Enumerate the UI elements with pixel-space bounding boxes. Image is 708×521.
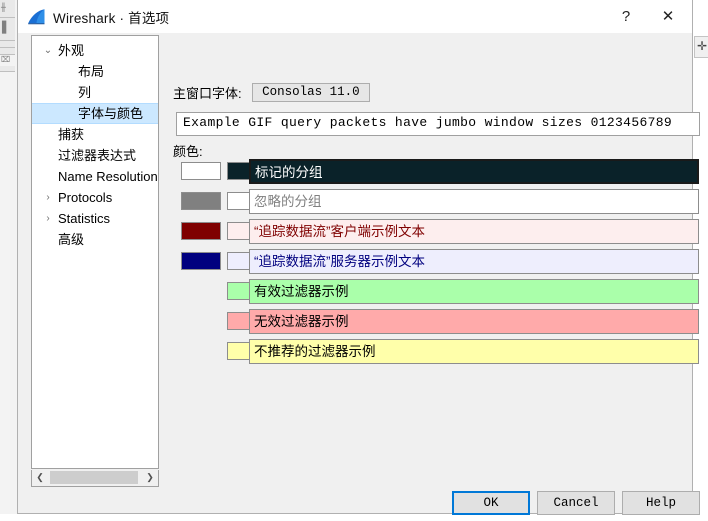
help-button[interactable]: Help (622, 491, 700, 515)
title-close-button[interactable]: ✕ (648, 0, 688, 33)
sidebar-item-8[interactable]: › Statistics (32, 208, 158, 229)
background-strip-4 (0, 48, 15, 55)
sidebar-item-label: 字体与颜色 (78, 106, 144, 121)
color-row-valid-filter: 有效过滤器示例 (173, 279, 703, 309)
color-row-marked-packet: 标记的分组 (173, 159, 703, 189)
sidebar-item-1[interactable]: 布局 (32, 61, 158, 82)
color-row-ignored-packet: 忽略的分组 (173, 189, 703, 219)
background-glyph-box: ▌ (2, 21, 11, 34)
chevron-down-icon[interactable]: ⌄ (42, 40, 54, 61)
tree-horizontal-scrollbar[interactable]: ❮ ❯ (31, 470, 159, 487)
title-bar: Wireshark · 首选项 ? ✕ (18, 0, 692, 34)
preferences-tree[interactable]: ⌄ 外观布局列字体与颜色捕获过滤器表达式 Name Resolution › Proto… (31, 35, 159, 469)
sidebar-item-label: 外观 (58, 43, 85, 58)
sample-field-valid-filter[interactable]: 有效过滤器示例 (249, 279, 699, 304)
scroll-left-arrow-icon[interactable]: ❮ (32, 470, 48, 485)
font-sample-box: Example GIF query packets have jumbo win… (176, 112, 700, 136)
sidebar-item-4[interactable]: 捕获 (32, 124, 158, 145)
sample-field-stream-client[interactable]: “追踪数据流”客户端示例文本 (249, 219, 699, 244)
desktop-background: ╫ ▌ ⌧ ✛ Wireshark · 首选项 ? ✕ ⌄ 外观布局列字体与颜色捕… (0, 0, 708, 515)
sample-field-text: 忽略的分组 (254, 194, 322, 209)
color-row-deprecated-filter: 不推荐的过滤器示例 (173, 339, 703, 369)
foreground-swatch-stream-client[interactable] (181, 222, 221, 240)
preferences-dialog: Wireshark · 首选项 ? ✕ ⌄ 外观布局列字体与颜色捕获过滤器表达式 N… (17, 0, 700, 515)
sidebar-item-label: 列 (78, 85, 92, 100)
color-row-stream-server: “追踪数据流”服务器示例文本 (173, 249, 703, 279)
sample-field-marked-packet[interactable]: 标记的分组 (249, 159, 699, 184)
wireshark-fin-icon (28, 9, 45, 25)
sample-field-text: 标记的分组 (255, 165, 323, 180)
sidebar-item-5[interactable]: 过滤器表达式 (32, 145, 158, 166)
sidebar-item-0[interactable]: ⌄ 外观 (32, 40, 158, 61)
main-window-font-row: 主窗口字体: Consolas 11.0 (173, 83, 370, 103)
window-title: Wireshark · 首选项 (53, 11, 170, 26)
sidebar-item-6[interactable]: Name Resolution (32, 166, 158, 187)
background-glyph-hash: ╫ (1, 3, 6, 12)
foreground-swatch-ignored-packet[interactable] (181, 192, 221, 210)
background-glyph-icon: ⌧ (1, 55, 11, 64)
color-row-stream-client: “追踪数据流”客户端示例文本 (173, 219, 703, 249)
chevron-right-icon[interactable]: › (42, 187, 54, 208)
sidebar-item-label: Statistics (58, 211, 111, 226)
background-strip-5 (0, 66, 15, 72)
sidebar-item-label: Protocols (58, 190, 113, 205)
dialog-body: ⌄ 外观布局列字体与颜色捕获过滤器表达式 Name Resolution › Proto… (18, 33, 700, 515)
color-row-invalid-filter: 无效过滤器示例 (173, 309, 703, 339)
sample-field-text: 不推荐的过滤器示例 (254, 344, 376, 359)
background-strip-3 (0, 41, 15, 48)
background-window-left: ╫ ▌ ⌧ (0, 0, 18, 514)
foreground-swatch-stream-server[interactable] (181, 252, 221, 270)
color-rows-list: 标记的分组忽略的分组 “追踪数据流”客户端示例文本 “追踪数据流”服务器示例文本 有效… (173, 159, 703, 369)
sidebar-item-label: 过滤器表达式 (58, 148, 137, 163)
font-sample-text: Example GIF query packets have jumbo win… (183, 115, 673, 130)
appearance-font-colors-pane: 主窗口字体: Consolas 11.0 Example GIF query p… (173, 35, 700, 469)
sidebar-item-label: 布局 (78, 64, 105, 79)
sidebar-item-label: 捕获 (58, 127, 85, 142)
title-help-button[interactable]: ? (606, 0, 646, 33)
sample-field-deprecated-filter[interactable]: 不推荐的过滤器示例 (249, 339, 699, 364)
font-chooser-button[interactable]: Consolas 11.0 (252, 83, 370, 102)
colors-label: 颜色: (173, 144, 203, 159)
sample-field-text: 无效过滤器示例 (254, 314, 349, 329)
sample-field-ignored-packet[interactable]: 忽略的分组 (249, 189, 699, 214)
sidebar-item-3[interactable]: 字体与颜色 (32, 103, 158, 124)
sidebar-item-7[interactable]: › Protocols (32, 187, 158, 208)
sidebar-item-2[interactable]: 列 (32, 82, 158, 103)
scroll-right-arrow-icon[interactable]: ❯ (142, 470, 158, 485)
ok-button[interactable]: OK (452, 491, 530, 515)
sidebar-item-9[interactable]: 高级 (32, 229, 158, 250)
chevron-right-icon[interactable]: › (42, 208, 54, 229)
sidebar-item-label: Name Resolution (58, 169, 158, 184)
plus-icon: ✛ (697, 39, 708, 53)
sample-field-text: “追踪数据流”客户端示例文本 (254, 224, 425, 239)
scrollbar-thumb[interactable] (50, 471, 138, 484)
sample-field-stream-server[interactable]: “追踪数据流”服务器示例文本 (249, 249, 699, 274)
sample-field-invalid-filter[interactable]: 无效过滤器示例 (249, 309, 699, 334)
sample-field-text: 有效过滤器示例 (254, 284, 349, 299)
sidebar-item-label: 高级 (58, 232, 85, 247)
dialog-button-row: OK Cancel Help (18, 491, 700, 521)
sample-field-text: “追踪数据流”服务器示例文本 (254, 254, 425, 269)
font-label: 主窗口字体: (173, 86, 242, 101)
cancel-button[interactable]: Cancel (537, 491, 615, 515)
foreground-swatch-marked-packet[interactable] (181, 162, 221, 180)
